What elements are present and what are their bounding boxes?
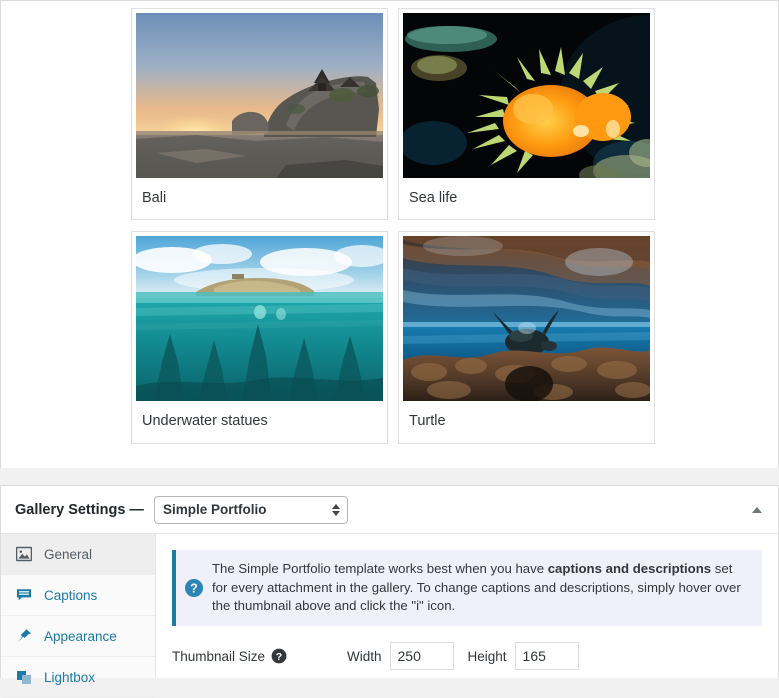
lightbox-icon [15,668,33,686]
admin-pin-icon [15,627,33,645]
caret-up-icon[interactable] [746,499,768,521]
thumbnail-width-group: Width [347,642,454,671]
gallery-item-caption: Underwater statues [142,413,268,430]
gallery-row: Bali Sea life [131,8,655,221]
orange-nudibranch-thumbnail[interactable] [403,13,650,178]
sea-turtle-reef-thumbnail[interactable] [403,236,650,402]
thumbnail-size-label: Thumbnail Size ? [172,648,347,664]
settings-tab-sidebar: General Captions Appearance Lightbox [1,534,156,698]
thumbnail-height-input[interactable] [514,642,579,671]
svg-text:?: ? [190,582,198,596]
notice-text-part1: The Simple Portfolio template works best… [212,561,548,576]
bali-sunset-temple-thumbnail[interactable] [136,13,383,178]
gallery-settings-panel: Gallery Settings — Simple Portfolio Gene… [0,485,779,698]
panel-separator [0,468,779,485]
sidebar-item-label: General [44,546,93,562]
gallery-item-bali[interactable]: Bali [131,8,388,221]
template-help-notice: ? The Simple Portfolio template works be… [172,550,762,627]
comment-icon [15,586,33,604]
sidebar-item-general[interactable]: General [1,534,155,575]
image-icon [15,545,33,563]
gallery-settings-title: Gallery Settings — [15,501,144,518]
thumbnail-size-text: Thumbnail Size [172,648,266,664]
gallery-item-sea-life[interactable]: Sea life [398,8,655,221]
gallery-item-caption: Sea life [409,190,458,206]
underwater-statues-thumbnail[interactable] [136,236,383,402]
gallery-item-caption: Bali [142,190,167,206]
sidebar-item-captions[interactable]: Captions [1,575,155,616]
thumbnail-width-input[interactable] [389,642,454,671]
thumbnail-height-group: Height [467,642,579,671]
sidebar-item-appearance[interactable]: Appearance [1,616,155,657]
gallery-template-select[interactable]: Simple Portfolio [153,495,348,524]
thumbnail-size-row: Thumbnail Size ? Width Height [172,642,762,671]
question-mark-icon[interactable]: ? [271,648,287,664]
notice-text-emphasis: captions and descriptions [547,561,712,576]
height-label: Height [467,648,507,664]
gallery-row: Underwater statues Turtle [131,231,655,444]
question-mark-icon: ? [184,578,204,598]
sidebar-item-label: Captions [44,587,98,603]
gallery-grid: Bali Sea life Underwater statues Turtle [131,8,655,455]
gallery-settings-header: Gallery Settings — Simple Portfolio [1,486,778,534]
sidebar-item-label: Lightbox [44,669,96,685]
svg-text:?: ? [276,651,282,663]
gallery-settings-body: General Captions Appearance Lightbox ? T… [1,534,778,698]
gallery-item-caption: Turtle [409,413,446,430]
settings-content-general: ? The Simple Portfolio template works be… [156,534,778,678]
gallery-item-turtle[interactable]: Turtle [398,231,655,444]
gallery-item-underwater-statues[interactable]: Underwater statues [131,231,388,444]
width-label: Width [347,648,382,664]
notice-text: The Simple Portfolio template works best… [212,560,748,616]
sidebar-item-label: Appearance [44,628,117,644]
template-select-wrapper[interactable]: Simple Portfolio [153,495,348,524]
gallery-preview-panel: Bali Sea life Underwater statues Turtle [0,0,779,468]
